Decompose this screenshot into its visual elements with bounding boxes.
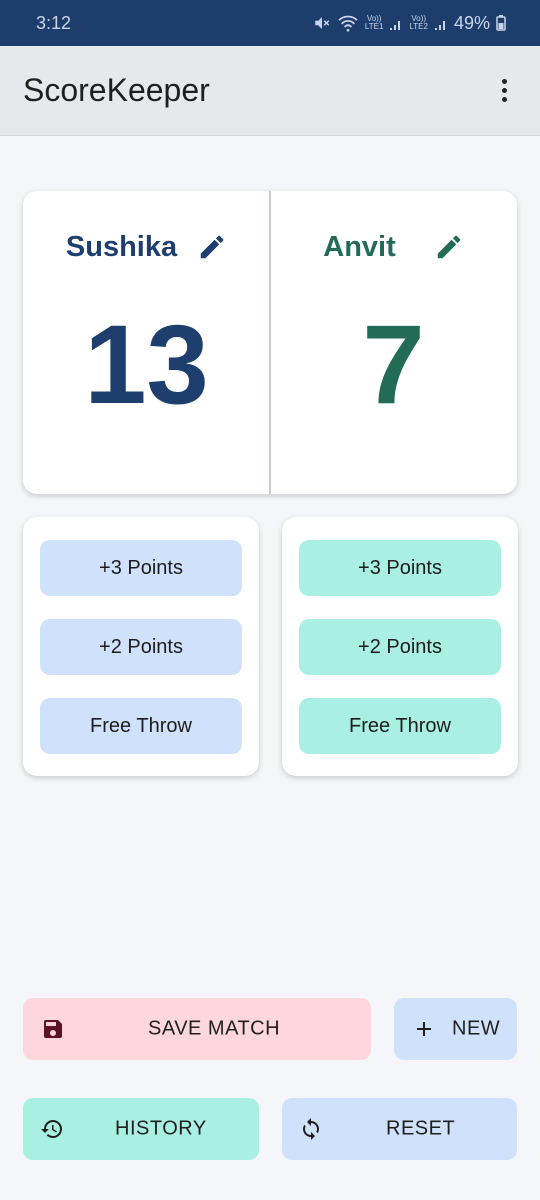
team-a-buttons-card: +3 Points +2 Points Free Throw — [23, 517, 259, 776]
reset-button[interactable]: RESET — [282, 1098, 517, 1160]
save-icon — [44, 1020, 62, 1038]
scoreboard-card: Sushika 13 Anvit 7 — [23, 191, 517, 494]
app-bar: ScoreKeeper — [0, 46, 540, 136]
team-b-name-row: Anvit — [270, 225, 517, 269]
team-b-panel: Anvit 7 — [270, 191, 517, 494]
save-match-label: SAVE MATCH — [148, 1017, 281, 1040]
team-b-buttons-card: +3 Points +2 Points Free Throw — [282, 517, 518, 776]
team-b-plus2-button[interactable]: +2 Points — [299, 619, 501, 675]
team-a-free-throw-button[interactable]: Free Throw — [40, 698, 242, 754]
team-b-score: 7 — [362, 302, 425, 427]
team-a-score: 13 — [84, 302, 209, 427]
team-a-plus3-button[interactable]: +3 Points — [40, 540, 242, 596]
mute-icon — [315, 17, 330, 29]
plus-icon — [417, 1022, 431, 1036]
new-label: NEW — [452, 1017, 501, 1040]
new-match-button[interactable]: NEW — [394, 998, 517, 1060]
lte2-label: Vo)) LTE2 — [409, 14, 428, 31]
signal-icon — [434, 21, 445, 30]
status-icons: Vo)) LTE1 Vo)) LTE2 49% — [313, 13, 506, 34]
team-b-free-throw-button[interactable]: Free Throw — [299, 698, 501, 754]
battery-icon — [496, 15, 506, 31]
wifi-icon — [338, 15, 358, 32]
team-a-plus2-button[interactable]: +2 Points — [40, 619, 242, 675]
team-b-name: Anvit — [323, 230, 396, 263]
sync-icon — [303, 1118, 319, 1140]
lte1-label: Vo)) LTE1 — [364, 14, 384, 31]
team-a-panel: Sushika 13 — [23, 191, 270, 494]
app-title: ScoreKeeper — [23, 72, 210, 108]
status-bar: 3:12 Vo)) LTE1 Vo)) LTE2 49% — [0, 0, 540, 46]
history-button[interactable]: HISTORY — [23, 1098, 259, 1160]
team-b-plus3-button[interactable]: +3 Points — [299, 540, 501, 596]
team-a-name: Sushika — [65, 230, 178, 263]
status-time: 3:12 — [36, 12, 72, 33]
more-vert-icon[interactable] — [490, 71, 518, 111]
history-label: HISTORY — [115, 1117, 207, 1140]
save-match-button[interactable]: SAVE MATCH — [23, 998, 371, 1060]
edit-team-b-icon[interactable] — [434, 232, 464, 262]
signal-icon — [390, 21, 401, 30]
team-a-name-row: Sushika — [23, 225, 270, 269]
battery-percent: 49% — [453, 12, 490, 33]
history-icon — [41, 1120, 62, 1138]
reset-label: RESET — [386, 1117, 456, 1140]
edit-team-a-icon[interactable] — [197, 232, 227, 262]
